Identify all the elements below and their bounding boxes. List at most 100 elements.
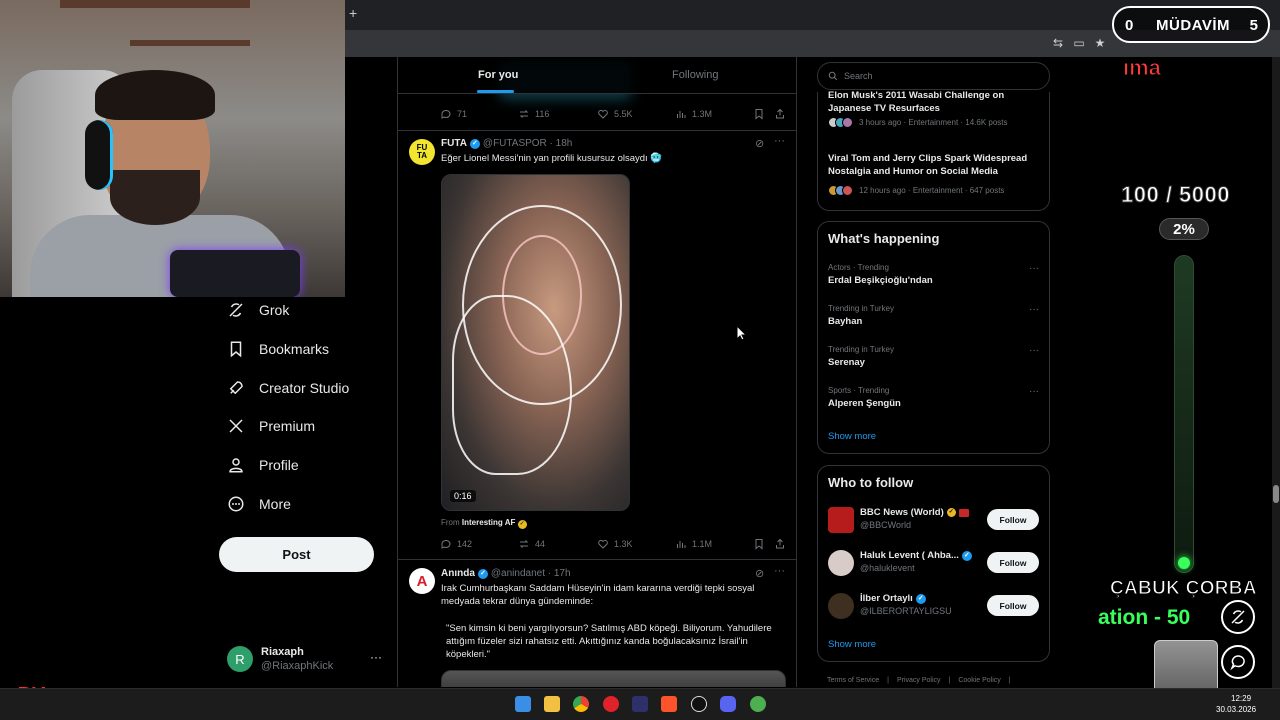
trend-name[interactable]: Erdal Beşikçioğlu'ndan xyxy=(828,275,933,286)
sidebar-item-creator-studio[interactable]: Creator Studio xyxy=(227,373,349,403)
grok-icon[interactable] xyxy=(1221,600,1255,634)
sidebar-item-profile[interactable]: Profile xyxy=(227,450,299,480)
share-button[interactable] xyxy=(774,108,786,120)
post-avatar[interactable]: A xyxy=(409,568,435,594)
trend-name[interactable]: Serenay xyxy=(828,357,865,368)
sidebar-item-label: Premium xyxy=(259,418,316,434)
grok-icon[interactable]: ⊘ xyxy=(755,137,764,150)
trend-meta: 3 hours ago · Entertainment · 14.6K post… xyxy=(828,117,1008,128)
app-icon[interactable] xyxy=(632,696,648,712)
show-more-link[interactable]: Show more xyxy=(828,639,876,650)
search-placeholder: Search xyxy=(844,71,873,81)
taskbar-time[interactable]: 12:29 xyxy=(1231,694,1251,703)
cast-icon[interactable]: ▭ xyxy=(1072,36,1086,50)
sidebar-item-bookmarks[interactable]: Bookmarks xyxy=(227,334,329,364)
post-image[interactable] xyxy=(441,670,786,687)
org-badge-icon xyxy=(958,508,969,517)
trend-name[interactable]: Alperen Şengün xyxy=(828,398,901,409)
account-menu-button[interactable]: ··· xyxy=(370,650,382,664)
show-more-link[interactable]: Show more xyxy=(828,431,876,442)
reply-button[interactable]: 142 xyxy=(440,538,472,550)
sidebar-item-label: Profile xyxy=(259,457,299,473)
repost-button[interactable]: 116 xyxy=(518,108,549,120)
bookmark-button[interactable] xyxy=(753,108,765,120)
account-avatar[interactable] xyxy=(828,593,854,619)
bookmark-button[interactable] xyxy=(753,538,765,550)
repost-icon xyxy=(519,540,529,548)
trend-headline[interactable]: Elon Musk's 2011 Wasabi Challenge on Jap… xyxy=(828,89,1038,115)
cookie-link[interactable]: Cookie Policy xyxy=(958,677,1000,684)
brave-icon[interactable] xyxy=(661,696,677,712)
account-name-text: Haluk Levent ( Ahba... xyxy=(860,550,959,561)
account-name[interactable]: Haluk Levent ( Ahba... ✓ xyxy=(860,550,972,561)
trend-headline[interactable]: Viral Tom and Jerry Clips Spark Widespre… xyxy=(828,152,1043,178)
file-explorer-icon[interactable] xyxy=(544,696,560,712)
post-video[interactable]: 0:16 xyxy=(441,174,630,511)
search-input[interactable]: Search xyxy=(817,62,1050,90)
post-avatar[interactable]: FU TA xyxy=(409,139,435,165)
privacy-link[interactable]: Privacy Policy xyxy=(897,677,941,684)
follow-button[interactable]: Follow xyxy=(987,552,1039,573)
tab-following[interactable]: Following xyxy=(672,69,718,81)
views-button[interactable]: 1.3M xyxy=(675,108,712,120)
start-menu-icon[interactable] xyxy=(515,696,531,712)
reply-count: 142 xyxy=(457,539,473,549)
sidebar-item-grok[interactable]: Grok xyxy=(227,295,289,325)
bookmark-icon xyxy=(230,341,242,358)
app-icon[interactable] xyxy=(750,696,766,712)
section-heading: What's happening xyxy=(828,231,940,246)
trend-more-button[interactable]: ··· xyxy=(1029,386,1039,397)
translate-icon[interactable]: ⇆ xyxy=(1051,36,1065,50)
account-avatar[interactable]: R xyxy=(227,646,253,672)
taskbar-date[interactable]: 30.03.2026 xyxy=(1216,705,1256,714)
account-avatar[interactable] xyxy=(828,507,854,533)
donation-ticker: ation - 50 xyxy=(1098,606,1191,629)
post-more-button[interactable]: ··· xyxy=(774,565,785,577)
tab-for-you[interactable]: For you xyxy=(478,69,518,81)
chatgpt-icon[interactable] xyxy=(691,696,707,712)
account-name[interactable]: BBC News (World) ✓ xyxy=(860,507,969,518)
scrollbar-thumb[interactable] xyxy=(1273,485,1279,503)
video-source[interactable]: From Interesting AF ✓ xyxy=(441,518,527,529)
trend-more-button[interactable]: ··· xyxy=(1029,345,1039,356)
post-more-button[interactable]: ··· xyxy=(774,135,785,147)
account-name[interactable]: İlber Ortaylı ✓ xyxy=(860,593,926,604)
grok-icon[interactable]: ⊘ xyxy=(755,567,764,580)
like-button[interactable]: 5.5K xyxy=(597,108,633,120)
account-avatar[interactable] xyxy=(828,550,854,576)
reply-button[interactable]: 71 xyxy=(440,108,467,120)
trend-name[interactable]: Bayhan xyxy=(828,316,862,327)
post-button[interactable]: Post xyxy=(219,537,374,572)
goal-percent: 2% xyxy=(1159,218,1209,240)
discord-icon[interactable] xyxy=(720,696,736,712)
sidebar-item-premium[interactable]: Premium xyxy=(227,411,315,441)
account-name-text: İlber Ortaylı xyxy=(860,593,913,604)
repost-button[interactable]: 44 xyxy=(518,538,545,550)
counter-left: 0 xyxy=(1125,17,1134,34)
who-to-follow-card: Who to follow BBC News (World) ✓ @BBCWorl… xyxy=(817,465,1050,662)
post-author[interactable]: Anında ✓ @anindanet · 17h xyxy=(441,568,571,579)
views-button[interactable]: 1.1M xyxy=(675,538,712,550)
like-button[interactable]: 1.3K xyxy=(597,538,633,550)
bookmark-star-icon[interactable]: ★ xyxy=(1093,36,1107,50)
sidebar-item-more[interactable]: More xyxy=(227,489,291,519)
new-tab-button[interactable]: + xyxy=(349,5,357,21)
terms-link[interactable]: Terms of Service xyxy=(827,677,879,684)
verified-badge-icon: ✓ xyxy=(915,593,926,604)
author-handle: @anindanet · 17h xyxy=(490,568,571,579)
chat-bubble-icon[interactable] xyxy=(1221,645,1255,679)
follow-button[interactable]: Follow xyxy=(987,595,1039,616)
like-count: 5.5K xyxy=(614,109,633,119)
account-handle: @haluklevent xyxy=(860,563,915,573)
trend-more-button[interactable]: ··· xyxy=(1029,263,1039,274)
post-author[interactable]: FUTA ✓ @FUTASPOR · 18h xyxy=(441,138,572,149)
follow-button[interactable]: Follow xyxy=(987,509,1039,530)
share-button[interactable] xyxy=(774,538,786,550)
chrome-icon[interactable] xyxy=(573,696,589,712)
whats-happening-card: What's happening Actors · Trending Erdal… xyxy=(817,221,1050,454)
account-name: Riaxaph xyxy=(261,646,304,658)
opera-icon[interactable] xyxy=(603,696,619,712)
trend-more-button[interactable]: ··· xyxy=(1029,304,1039,315)
page-scrollbar[interactable] xyxy=(1272,57,1280,688)
reply-icon xyxy=(441,109,451,119)
